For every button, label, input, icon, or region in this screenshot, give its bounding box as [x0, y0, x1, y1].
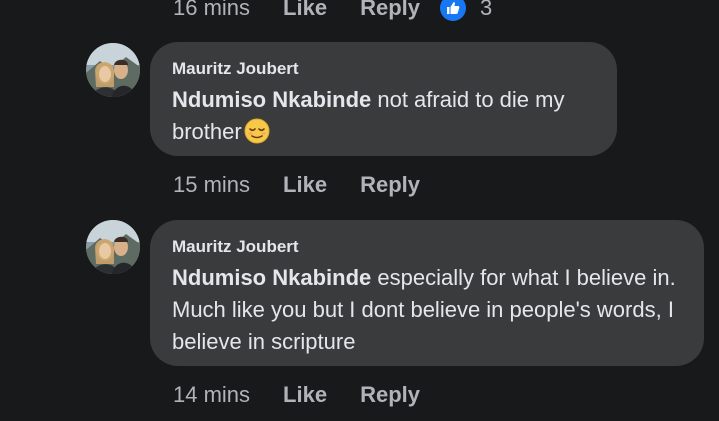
comment-timestamp[interactable]: 14 mins: [173, 382, 250, 408]
comment-body: Ndumiso Nkabinde especially for what I b…: [172, 262, 682, 358]
author-avatar[interactable]: [86, 220, 140, 274]
mentioned-user[interactable]: Ndumiso Nkabinde: [172, 265, 371, 290]
reaction-summary[interactable]: 3: [440, 0, 492, 21]
comment-author[interactable]: Mauritz Joubert: [172, 236, 682, 258]
comment-actions: 15 mins Like Reply: [173, 171, 440, 199]
mentioned-user[interactable]: Ndumiso Nkabinde: [172, 87, 371, 112]
comment-body: Ndumiso Nkabinde not afraid to die my br…: [172, 84, 595, 148]
reply-button[interactable]: Reply: [360, 172, 420, 198]
comment-bubble: Mauritz Joubert Ndumiso Nkabinde not afr…: [150, 42, 617, 156]
author-avatar[interactable]: [86, 43, 140, 97]
profile-photo: [86, 220, 140, 274]
reaction-count: 3: [480, 0, 493, 20]
like-icon: [440, 0, 466, 21]
like-button[interactable]: Like: [283, 172, 327, 198]
like-button[interactable]: Like: [283, 382, 327, 408]
comment-bubble: Mauritz Joubert Ndumiso Nkabinde especia…: [150, 220, 704, 366]
reply-button[interactable]: Reply: [360, 0, 420, 21]
comment-timestamp[interactable]: 16 mins: [173, 0, 250, 21]
profile-photo: [86, 43, 140, 97]
comment-actions: 14 mins Like Reply: [173, 381, 440, 409]
like-button[interactable]: Like: [283, 0, 327, 21]
comment-actions-top: 16 mins Like Reply 3: [173, 0, 492, 22]
comment-author[interactable]: Mauritz Joubert: [172, 58, 595, 80]
reply-button[interactable]: Reply: [360, 382, 420, 408]
comment-timestamp[interactable]: 15 mins: [173, 172, 250, 198]
relieved-face-emoji: [244, 118, 270, 144]
